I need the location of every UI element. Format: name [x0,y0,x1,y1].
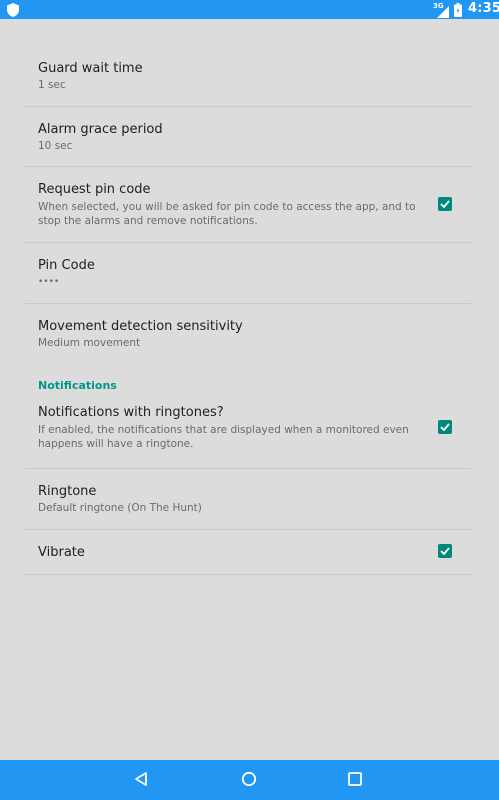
vibrate-checkbox[interactable] [438,544,452,558]
check-icon [440,547,450,555]
request-pin-checkbox[interactable] [438,197,452,211]
check-icon [440,200,450,208]
pref-summary: Default ringtone (On The Hunt) [38,502,202,514]
pref-notifications-ringtones[interactable]: Notifications with ringtones? If enabled… [25,391,471,469]
preferences-list: Guard wait time 1 sec Alarm grace period… [25,19,471,575]
navigation-bar [0,760,499,800]
recents-icon[interactable] [347,771,363,791]
pref-title: Vibrate [38,545,85,560]
pref-title: Pin Code [38,258,95,273]
pref-title: Guard wait time [38,61,143,76]
notifications-category-row: Notifications [25,365,471,392]
pref-alarm-grace-period[interactable]: Alarm grace period 10 sec [25,107,471,167]
pref-summary: When selected, you will be asked for pin… [38,201,416,227]
pref-summary: Medium movement [38,337,141,349]
ringtones-checkbox[interactable] [438,420,452,434]
pref-ringtone[interactable]: Ringtone Default ringtone (On The Hunt) [25,469,471,530]
status-bar: 3G 4:35 [0,0,499,19]
pref-movement-sensitivity[interactable]: Movement detection sensitivity Medium mo… [25,304,471,365]
pref-title: Ringtone [38,484,97,499]
pref-pin-code[interactable]: Pin Code •••• [25,243,471,304]
pref-title: Request pin code [38,182,151,197]
pref-request-pin-code[interactable]: Request pin code When selected, you will… [25,167,471,243]
pref-summary: •••• [38,277,60,287]
pref-title: Movement detection sensitivity [38,319,243,334]
status-time: 4:35 [468,1,499,16]
check-icon [440,423,450,431]
back-icon[interactable] [133,771,149,791]
pref-title: Notifications with ringtones? [38,405,224,420]
pref-vibrate[interactable]: Vibrate [25,530,471,575]
settings-content: Guard wait time 1 sec Alarm grace period… [0,19,499,760]
pref-guard-wait-time[interactable]: Guard wait time 1 sec [25,19,471,107]
pref-summary: 1 sec [38,79,66,91]
pref-summary: 10 sec [38,140,73,152]
pref-title: Alarm grace period [38,122,163,137]
home-icon[interactable] [241,771,257,791]
pref-summary: If enabled, the notifications that are d… [38,424,409,450]
